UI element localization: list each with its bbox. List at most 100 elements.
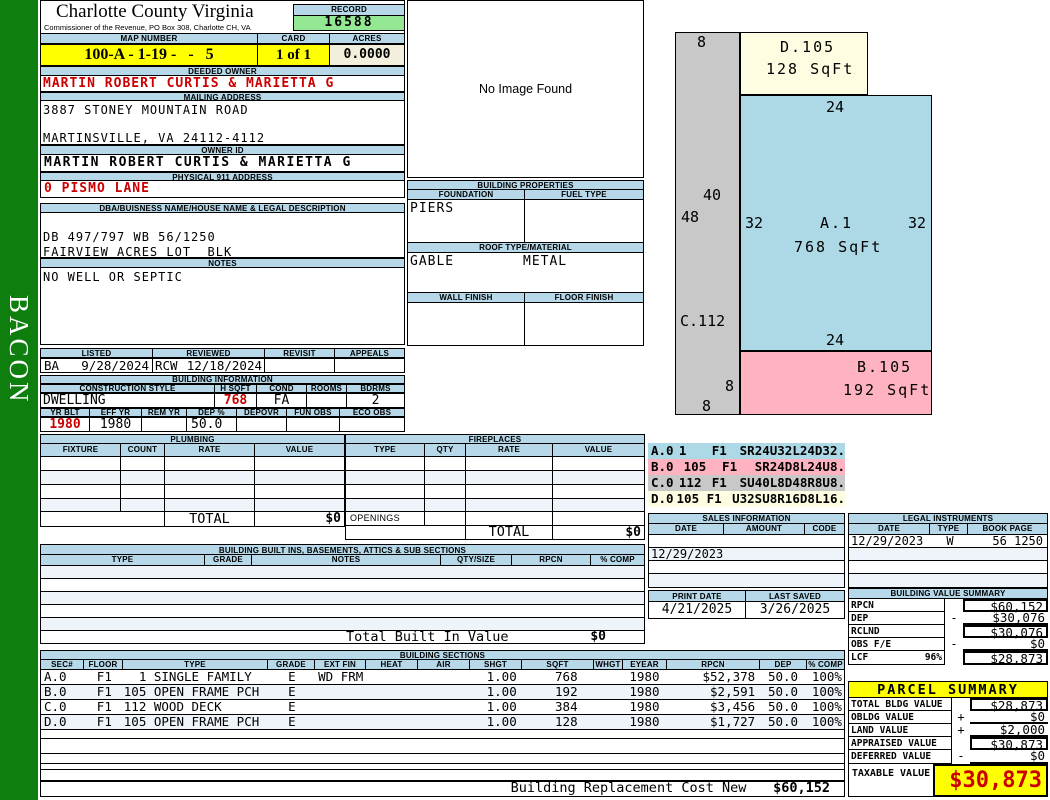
bs-sec: B.0 [44,684,67,699]
deeded-owner-value: MARTIN ROBERT CURTIS & MARIETTA G [40,76,405,92]
legend-row-c: C.0 112 F1 SU40L8D48R8U8. [648,475,845,491]
ps-sign: + [957,723,965,737]
fireplaces-h-rate: RATE [466,444,553,457]
plumbing-h-rate: RATE [165,444,255,457]
funobs-label: FUN OBS [287,408,340,417]
notes-value: NO WELL OR SEPTIC [40,268,405,345]
plumbing-h-fixture: FIXTURE [40,444,121,457]
legend-floor: F1 [706,491,722,506]
building-info-header2: YR BLT EFF YR REM YR DEP % DEPOVR FUN OB… [40,408,405,417]
divider [40,738,845,739]
vs-sign [945,651,963,665]
vs-label: RPCN [851,600,874,611]
county-title: Charlotte County Virginia [56,1,254,22]
legend-sec: D.0 [651,491,674,506]
building-info-title: BUILDING INFORMATION [40,375,405,384]
map-header-row: MAP NUMBER CARD ACRES [40,33,405,44]
floor-value [525,303,644,346]
ps-value: $0 [970,749,1048,764]
cond-value: FA [257,393,307,408]
built-ins-h-qty: QTY/SIZE [441,555,512,566]
legend-code: 1 [678,443,687,458]
plumbing-headers: FIXTURE COUNT RATE VALUE [40,444,345,457]
fuel-label: FUEL TYPE [525,190,644,200]
bs-rpcn: $52,378 [702,669,756,684]
sketch-c-label: C.112 [680,312,726,330]
bdrms-value: 2 [347,393,405,408]
replacement-cost-value: $60,152 [773,780,830,796]
building-sections-table: BUILDING SECTIONS SEC# FLOOR TYPE GRADE … [40,650,845,797]
bdrms-label: BDRMS [347,384,405,393]
legend-vector: SU40L8D48R8U8. [739,475,845,490]
card-label: CARD [258,33,330,44]
print-values: 4/21/2025 3/26/2025 [648,602,845,619]
dim-c-left: 48 [681,208,700,226]
appeals-value [335,358,405,373]
review-header-row: LISTED REVIEWED REVISIT APPEALS [40,348,405,358]
wall-label: WALL FINISH [407,293,525,303]
legend-floor: F1 [711,475,727,490]
bs-extfin [315,700,366,714]
built-ins-total-row: Total Built In Value $0 [40,629,645,645]
ps-label: LAND VALUE [851,725,909,736]
roof-label: ROOF TYPE/MATERIAL [407,243,644,253]
ps-label: APPRAISED VALUE [851,738,937,749]
depovr-label: DEPOVR [237,408,287,417]
dep-label: DEP % [187,408,237,417]
instruments-table: LEGAL INSTRUMENTS DATE TYPE BOOK PAGE 12… [848,513,1048,588]
bs-eyear: 1980 [629,714,660,729]
built-ins-total-label: Total Built In Value [346,629,509,645]
bs-comp: 100% [811,669,842,684]
print-date-value: 4/21/2025 [648,602,746,619]
vs-label: OBS F/E [851,639,892,650]
bs-type: 112 WOOD DECK [123,699,222,714]
side-bar: BACON [0,0,38,800]
last-saved-value: 3/26/2025 [746,602,845,619]
dim-c-top: 8 [697,33,707,51]
roof-type-value: GABLE [410,254,455,269]
bs-sec: D.0 [44,714,67,729]
fireplaces-title: FIREPLACES [345,434,645,444]
value-summary-row: DEP - $30,076 [848,611,1048,625]
review-value-row: BA 9/28/2024 RCW 12/18/2024 [40,358,405,373]
ps-value: $2,000 [970,723,1048,737]
bs-floor: F1 [96,699,112,714]
dim-c-bottom: 8 [702,397,712,415]
building-info-values2: 1980 1980 50.0 [40,417,405,432]
effyr-label: EFF YR [90,408,142,417]
legal-line2: FAIRVIEW ACRES LOT BLK [43,245,233,259]
bs-dep: 50.0 [767,714,799,729]
bs-sqft: 768 [555,669,578,684]
building-sketch: 8 40 48 C.112 8 8 D.105 128 SqFt 24 32 A… [648,20,1050,423]
legend-sec: C.0 [651,475,674,490]
sketch-a-label: A.1 [820,214,854,232]
replacement-cost-label: Building Replacement Cost New [510,780,747,796]
reviewed-label: REVIEWED [153,348,265,358]
bs-shgt: 1.00 [486,699,517,714]
legend-code: 105 [676,491,700,506]
bs-rpcn: $3,456 [710,699,756,714]
legend-code: 112 [678,475,702,490]
sketch-legend: A.0 1 F1 SR24U32L24D32. B.0 105 F1 SR24D… [648,443,845,507]
sales-h-code: CODE [805,524,845,535]
openings-label: OPENINGS [345,512,425,526]
taxable-label: TAXABLE VALUE [848,764,934,797]
sketch-a-area: 768 SqFt [794,238,883,256]
parcel-summary-row: DEFERRED VALUE - $0 [848,749,1048,764]
vs-label: DEP [851,613,869,624]
building-section-row: C.0 F1 112 WOOD DECK E 1.00 384 1980 $3,… [40,700,845,715]
roof-values: GABLE METAL [407,253,644,293]
rooms-value [307,393,347,408]
listed-label: LISTED [40,348,153,358]
sales-row [648,574,845,588]
wall-floor-headers: WALL FINISH FLOOR FINISH [407,293,644,303]
built-ins-headers: TYPE GRADE NOTES QTY/SIZE RPCN % COMP [40,555,645,566]
acres-label: ACRES [330,33,405,44]
bs-eyear: 1980 [629,699,660,714]
bs-dep: 50.0 [767,669,799,684]
mailing-address-box: 3887 STONEY MOUNTAIN ROAD MARTINSVILLE, … [40,101,405,145]
legend-row-a: A.0 1 F1 SR24U32L24D32. [648,443,845,459]
hsqft-label: H SQFT [215,384,257,393]
value-summary-row: OBS F/E - $0 [848,637,1048,651]
bs-grade: E [288,714,296,729]
